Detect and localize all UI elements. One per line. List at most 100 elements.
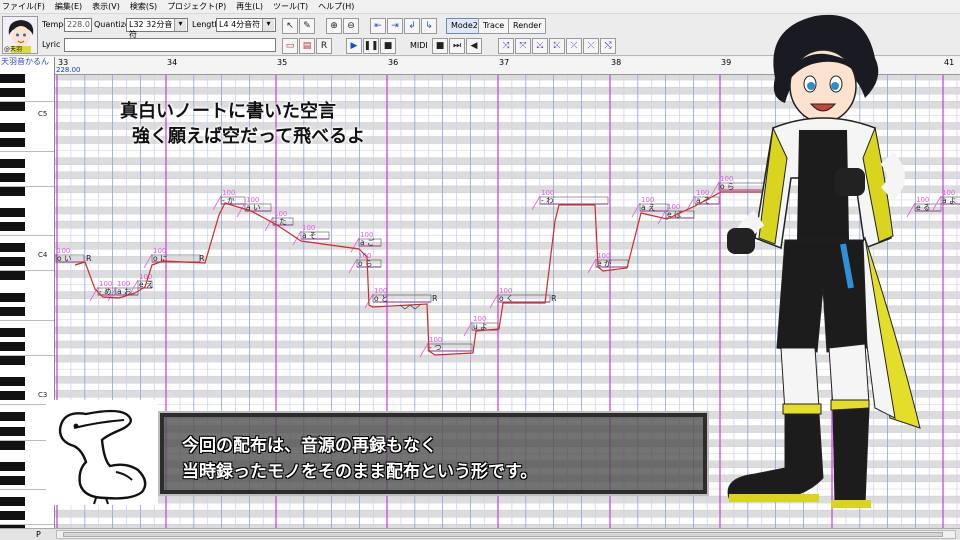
note-velocity: 100 [641,196,654,204]
zoom-out-icon[interactable]: ⊖ [343,18,359,34]
prev-note-icon[interactable]: ↲ [404,18,420,34]
go-end-icon[interactable]: ⇥ [387,18,403,34]
note-lyric: a え [641,203,655,212]
play-icon[interactable]: ▶ [346,38,362,54]
menu-item-2[interactable]: 表示(V) [92,1,120,12]
note-lyric: o と [374,294,388,303]
tempo-field[interactable]: 228.0 [64,18,92,32]
pitch-tool-5-icon[interactable]: ⤫ [566,38,582,54]
black-key[interactable] [0,356,25,366]
black-key[interactable] [0,257,25,267]
black-key[interactable] [0,306,25,316]
note-velocity: 100 [117,280,130,288]
note-lyric: a そ [302,231,316,240]
black-key[interactable] [0,412,25,422]
black-key[interactable] [0,511,25,521]
note-velocity: 100 [302,224,315,232]
track-name[interactable]: 天羽音かるん [0,57,55,66]
menu-item-3[interactable]: 検索(S) [130,1,157,12]
stop-icon[interactable]: ■ [380,38,396,54]
midi-stop-icon[interactable]: ■ [432,38,448,54]
octave-label: C4 [38,251,48,259]
note-velocity: 100 [99,280,112,288]
select-icon[interactable]: ▤ [299,38,315,54]
black-key[interactable] [0,271,25,281]
black-key[interactable] [0,102,25,112]
menu-item-6[interactable]: ツール(T) [273,1,308,12]
lyric-label: Lyric [42,40,61,49]
note-lyric: o く [499,294,513,303]
black-key[interactable] [0,327,25,337]
menu-item-1[interactable]: 編集(E) [55,1,82,12]
pointer-tool-icon[interactable]: ↖ [282,18,298,34]
pitch-tool-1-icon[interactable]: ⤨ [498,38,514,54]
menu-item-5[interactable]: 再生(L) [236,1,263,12]
black-key[interactable] [0,208,25,217]
tempo-marker: 228.00 [56,66,81,74]
lyric-field[interactable] [64,38,276,52]
overlay-lyric-line-2: 強く願えば空だって飛べるよ [132,126,366,147]
black-key[interactable] [0,222,25,232]
character-illustration [727,14,921,508]
black-key[interactable] [0,461,25,471]
black-key[interactable] [0,123,25,133]
menu-item-7[interactable]: ヘルプ(H) [318,1,354,12]
reset-icon[interactable]: R [316,38,332,54]
note-lyric: o い [57,254,71,263]
black-key[interactable] [0,341,25,351]
black-key[interactable] [0,426,25,436]
go-start-icon[interactable]: ⇤ [370,18,386,34]
black-key[interactable] [0,74,25,84]
pitch-tool-4-icon[interactable]: ⤪ [549,38,565,54]
note-velocity: 100 [429,336,442,344]
region-icon[interactable]: ▭ [282,38,298,54]
note-velocity: 100 [597,252,610,260]
render-button[interactable]: Render [508,18,547,34]
black-key[interactable] [0,186,25,196]
measure-label: 35 [277,58,288,67]
quantize-label: Quantize [94,20,130,29]
note-velocity: 100 [696,189,709,197]
menu-item-4[interactable]: プロジェクト(P) [167,1,226,12]
pitch-tool-2-icon[interactable]: ⤧ [515,38,531,54]
trace-button[interactable]: Trace [478,18,510,34]
note-lyric: - つ [429,343,442,352]
avatar[interactable]: @天羽 [2,16,38,54]
rest-label: R [432,294,438,303]
subtitle-box: 今回の配布は、音源の再録もなく 当時録ったモノをそのまま配布という形です。 [158,411,709,496]
zoom-in-icon[interactable]: ⊕ [326,18,342,34]
pitch-tool-3-icon[interactable]: ⤩ [532,38,548,54]
black-key[interactable] [0,391,25,401]
pencil-tool-icon[interactable]: ✎ [299,18,315,34]
black-key[interactable] [0,497,25,507]
next-note-icon[interactable]: ↳ [421,18,437,34]
scrollbar-thumb[interactable] [63,532,943,537]
avatar-label: @天羽 [4,46,23,53]
pitch-tool-6-icon[interactable]: ⤬ [583,38,599,54]
white-key-divider [0,150,54,152]
measure-label: 33 [58,58,69,67]
pitch-tool-7-icon[interactable]: ⤭ [600,38,616,54]
quantize-select[interactable]: L32 32分音符 [126,18,188,39]
black-key[interactable] [0,172,25,182]
note-velocity: 100 [222,189,235,197]
black-key[interactable] [0,88,25,98]
overlay-lyrics: 真白いノートに書いた空言 強く願えば空だって飛べるよ [120,99,365,149]
black-key[interactable] [0,377,25,387]
black-key[interactable] [0,440,25,450]
note-lyric: - わ [541,196,554,205]
horizontal-scrollbar[interactable] [56,530,956,539]
midi-step-icon[interactable]: ⏭ [449,38,465,54]
black-key[interactable] [0,292,25,302]
black-key[interactable] [0,243,25,253]
note-velocity: 100 [667,203,680,211]
black-key[interactable] [0,475,25,485]
octave-label: C5 [38,110,48,118]
black-key[interactable] [0,137,25,147]
black-key[interactable] [0,158,25,168]
menu-item-0[interactable]: ファイル(F) [2,1,45,12]
midi-label: MIDI [410,41,428,50]
pause-icon[interactable]: ❚❚ [363,38,379,54]
speaker-icon[interactable]: ◀ [466,38,482,54]
length-select[interactable]: L4 4分音符 [216,18,276,32]
